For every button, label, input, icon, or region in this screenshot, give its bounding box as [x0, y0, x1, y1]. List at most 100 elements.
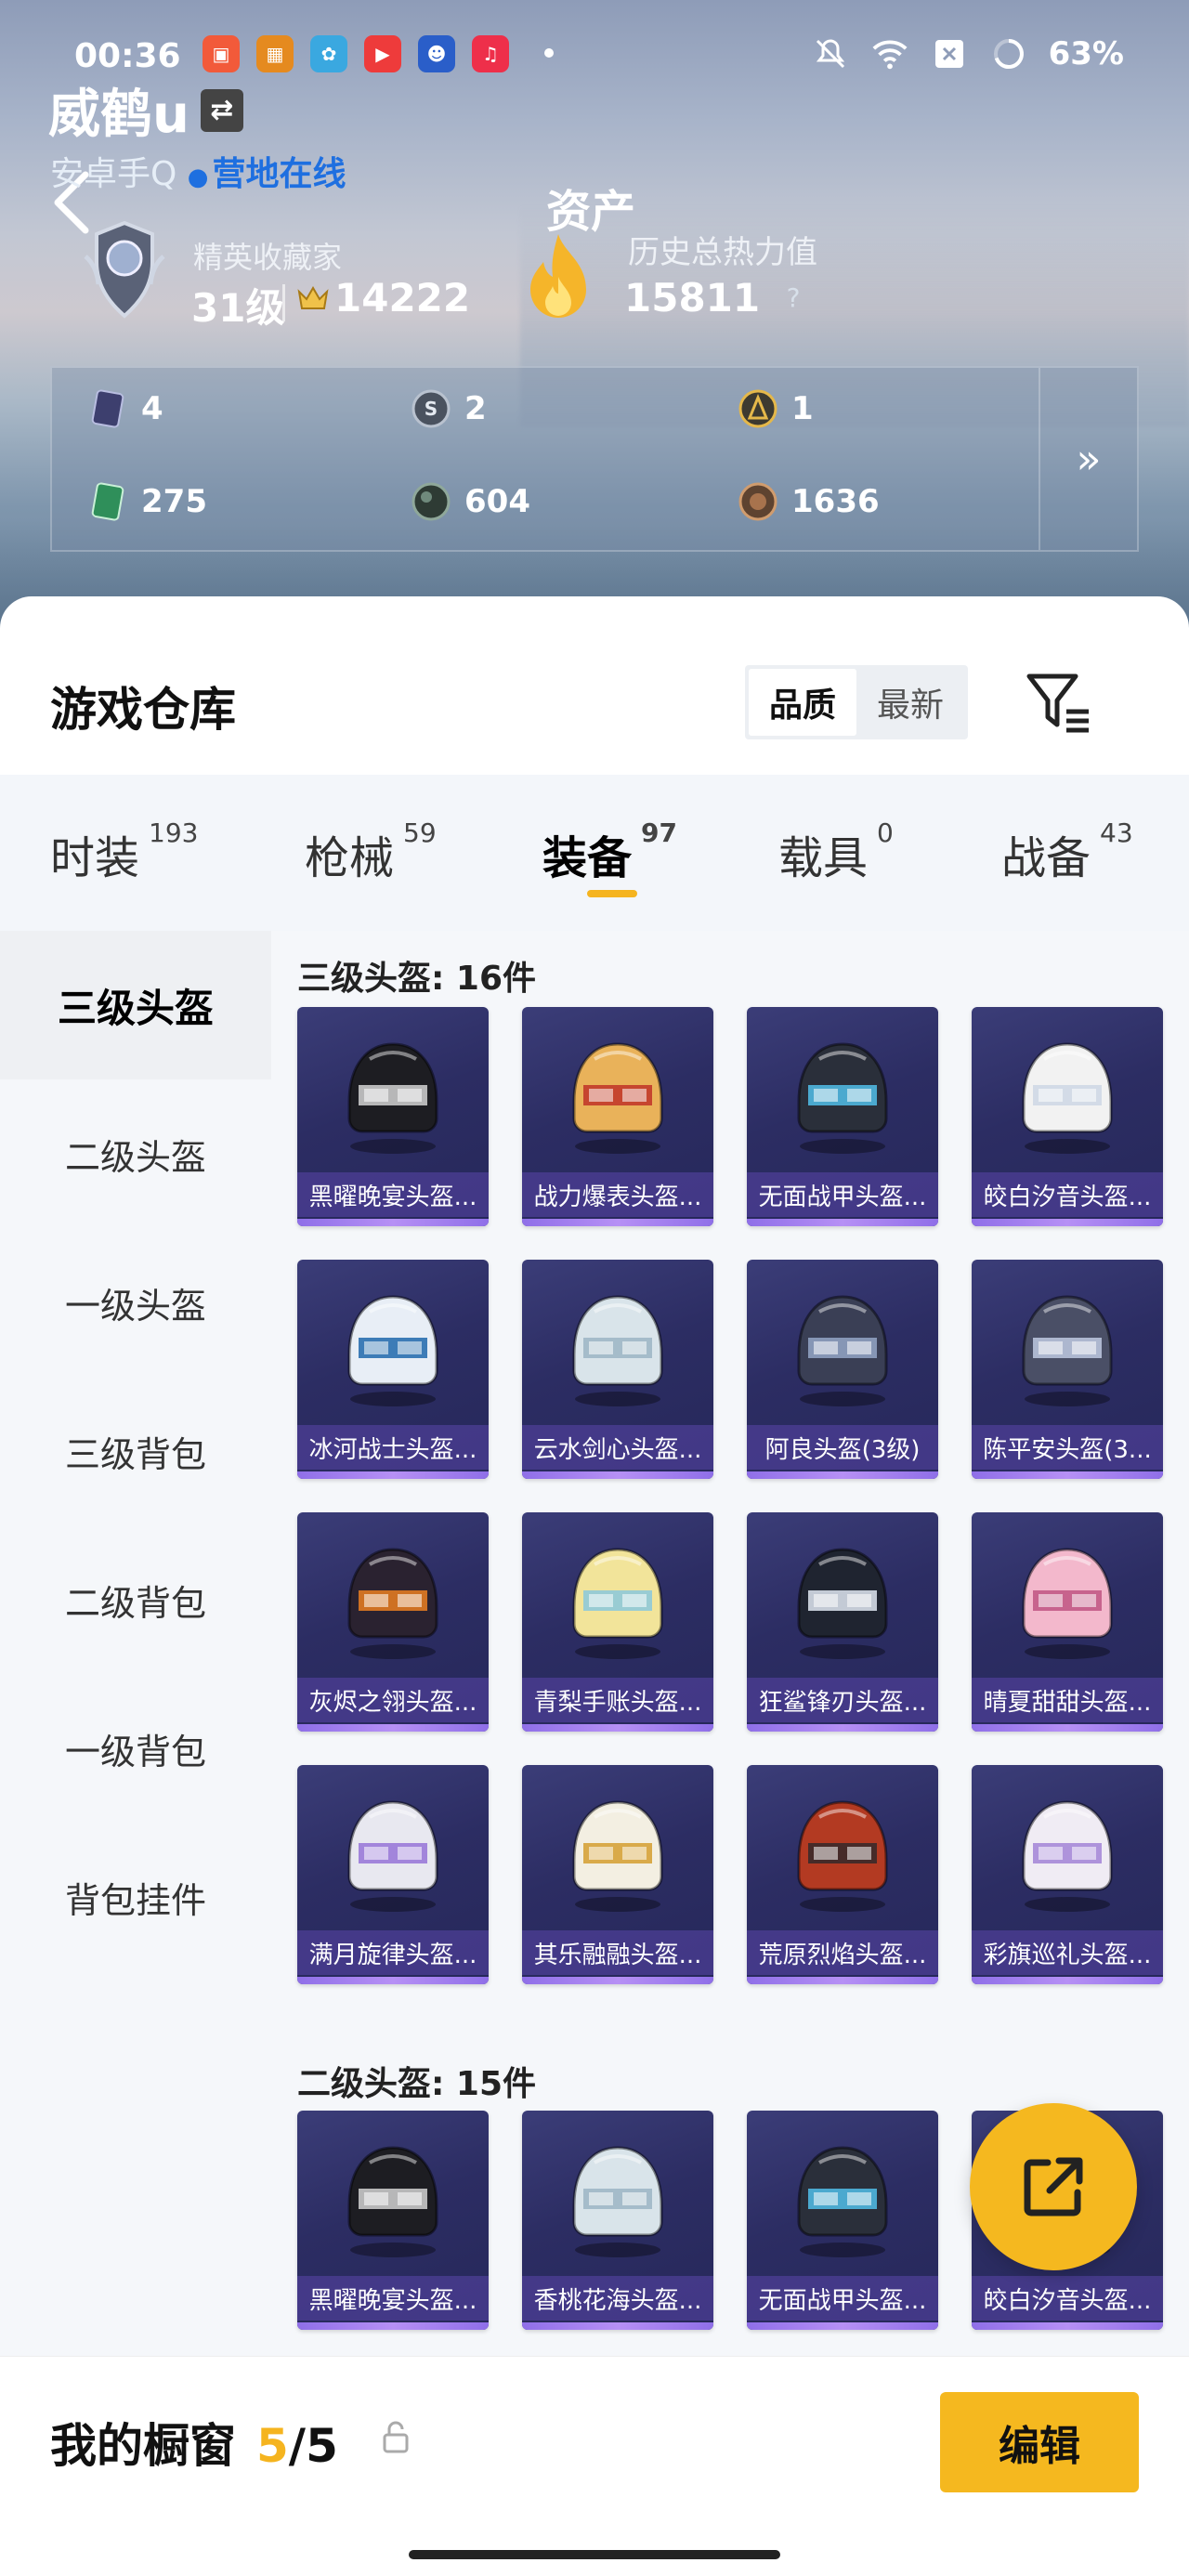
item-card[interactable]: 皎白汐音头盔... [972, 1007, 1163, 1226]
item-name: 云水剑心头盔... [522, 1425, 713, 1470]
tab-equipment[interactable]: 装备 97 [542, 817, 677, 886]
tab-count: 59 [403, 817, 437, 848]
showcase-total: 5 [306, 2419, 338, 2473]
item-card[interactable]: 香桃花海头盔... [522, 2111, 713, 2330]
video-app-icon: ▶ [364, 35, 401, 72]
sidebar-item-level2-helmet[interactable]: 二级头盔 [0, 1079, 271, 1228]
notification-icons: ▣ ▦ ✿ ▶ ☻ ♫ [203, 35, 509, 72]
item-card[interactable]: 青梨手账头盔... [522, 1512, 713, 1732]
item-card[interactable]: 灰烬之翎头盔... [297, 1512, 489, 1732]
helmet-icon [572, 1548, 663, 1659]
section-title: 三级头盔: 16件 [297, 960, 537, 998]
tab-vehicles[interactable]: 载具 0 [778, 817, 894, 886]
system-status: 63% [811, 35, 1124, 72]
stat-item: S 2 [411, 388, 487, 429]
dark-orb-icon [412, 482, 451, 521]
item-name: 无面战甲头盔... [747, 1172, 938, 1217]
helmet-icon [1022, 1042, 1113, 1154]
tab-supplies[interactable]: 战备 43 [1001, 817, 1133, 886]
item-name: 晴夏甜甜头盔... [972, 1678, 1163, 1722]
warehouse-card: 游戏仓库 品质 最新 时装 193 枪械 59 装备 97 载具 0 战备 43… [0, 596, 1189, 2576]
status-time: 00:36 [74, 37, 181, 75]
tab-weapons[interactable]: 枪械 59 [305, 817, 437, 886]
more-assets-button[interactable]: » [1039, 368, 1137, 550]
warehouse-title: 游戏仓库 [50, 683, 236, 737]
item-card[interactable]: 其乐融融头盔... [522, 1765, 713, 1984]
item-name: 冰河战士头盔... [297, 1425, 489, 1470]
sort-toggle: 品质 最新 [745, 665, 968, 739]
sidebar-item-level3-helmet[interactable]: 三级头盔 [0, 931, 271, 1079]
sidebar-item-level1-backpack[interactable]: 一级背包 [0, 1674, 271, 1823]
battery-icon [989, 35, 1028, 72]
showcase-label: 我的橱窗 5/5 [50, 2409, 338, 2476]
helmet-icon [347, 1800, 438, 1912]
home-indicator[interactable] [409, 2550, 780, 2559]
stat-value: 4 [141, 390, 163, 427]
item-card[interactable]: 无面战甲头盔... [747, 2111, 938, 2330]
share-button[interactable] [970, 2103, 1137, 2270]
section-title: 二级头盔: 15件 [297, 2065, 537, 2103]
item-card[interactable]: 彩旗巡礼头盔... [972, 1765, 1163, 1984]
category-tabs: 时装 193 枪械 59 装备 97 载具 0 战备 43 [0, 775, 1189, 931]
item-card[interactable]: 满月旋律头盔... [297, 1765, 489, 1984]
svg-text:S: S [425, 398, 438, 420]
helmet-icon [797, 1548, 888, 1659]
rank-title: 精英收藏家 [193, 240, 343, 275]
filter-button[interactable] [1022, 667, 1096, 738]
item-card[interactable]: 狂鲨锋刃头盔... [747, 1512, 938, 1732]
item-name: 香桃花海头盔... [522, 2276, 713, 2321]
stat-item: 4 [87, 388, 163, 429]
item-card[interactable]: 冰河战士头盔... [297, 1260, 489, 1479]
item-card[interactable]: 陈平安头盔(3... [972, 1260, 1163, 1479]
sim-off-icon [930, 35, 969, 72]
sidebar-item-backpack-charm[interactable]: 背包挂件 [0, 1823, 271, 1971]
item-name: 满月旋律头盔... [297, 1930, 489, 1975]
sidebar-item-level2-backpack[interactable]: 二级背包 [0, 1525, 271, 1674]
player-name: 威鹤u ⇄ [48, 72, 243, 148]
assets-panel: 4 S 2 1 275 604 1636 » [50, 366, 1139, 552]
item-name: 陈平安头盔(3... [972, 1425, 1163, 1470]
switch-account-icon[interactable]: ⇄ [200, 88, 243, 132]
tab-fashion[interactable]: 时装 193 [50, 817, 198, 886]
filter-icon [1026, 673, 1089, 733]
divider [282, 284, 285, 321]
item-card[interactable]: 晴夏甜甜头盔... [972, 1512, 1163, 1732]
item-card[interactable]: 黑曜晚宴头盔... [297, 1007, 489, 1226]
music-app-icon: ♫ [472, 35, 509, 72]
showcase-sep: / [288, 2419, 307, 2473]
item-card[interactable]: 荒原烈焰头盔... [747, 1765, 938, 1984]
helmet-icon [572, 2146, 663, 2257]
sidebar-item-level3-backpack[interactable]: 三级背包 [0, 1377, 271, 1525]
heat-value: 15811 [624, 275, 761, 320]
item-name: 彩旗巡礼头盔... [972, 1930, 1163, 1975]
item-name: 狂鲨锋刃头盔... [747, 1678, 938, 1722]
tab-count: 0 [877, 817, 894, 848]
item-card[interactable]: 无面战甲头盔... [747, 1007, 938, 1226]
item-card[interactable]: 云水剑心头盔... [522, 1260, 713, 1479]
account-type: 安卓手Q [50, 155, 177, 193]
item-card[interactable]: 战力爆表头盔... [522, 1007, 713, 1226]
sidebar-item-level1-helmet[interactable]: 一级头盔 [0, 1228, 271, 1377]
item-name: 皎白汐音头盔... [972, 1172, 1163, 1217]
helmet-icon [572, 1800, 663, 1912]
helmet-icon [347, 1042, 438, 1154]
help-icon[interactable]: ? [777, 282, 810, 316]
gallery-icon: ✿ [310, 35, 347, 72]
tab-label: 时装 [50, 832, 140, 884]
rank-points: 14222 [297, 275, 470, 320]
card-icon [91, 389, 124, 428]
sort-quality-option[interactable]: 品质 [749, 669, 856, 736]
item-card[interactable]: 黑曜晚宴头盔... [297, 2111, 489, 2330]
helmet-icon [1022, 1800, 1113, 1912]
item-name: 皎白汐音头盔... [972, 2276, 1163, 2321]
edit-button[interactable]: 编辑 [940, 2392, 1139, 2492]
notification-dot [544, 48, 554, 58]
showcase-used: 5 [256, 2419, 289, 2473]
sort-newest-option[interactable]: 最新 [856, 669, 964, 736]
tab-label: 枪械 [305, 832, 395, 884]
online-status: 营地在线 [188, 155, 346, 193]
subcategory-sidebar: 三级头盔 二级头盔 一级头盔 三级背包 二级背包 一级背包 背包挂件 [0, 931, 271, 2361]
item-card[interactable]: 阿良头盔(3级) [747, 1260, 938, 1479]
helmet-icon [572, 1295, 663, 1406]
item-name: 黑曜晚宴头盔... [297, 2276, 489, 2321]
